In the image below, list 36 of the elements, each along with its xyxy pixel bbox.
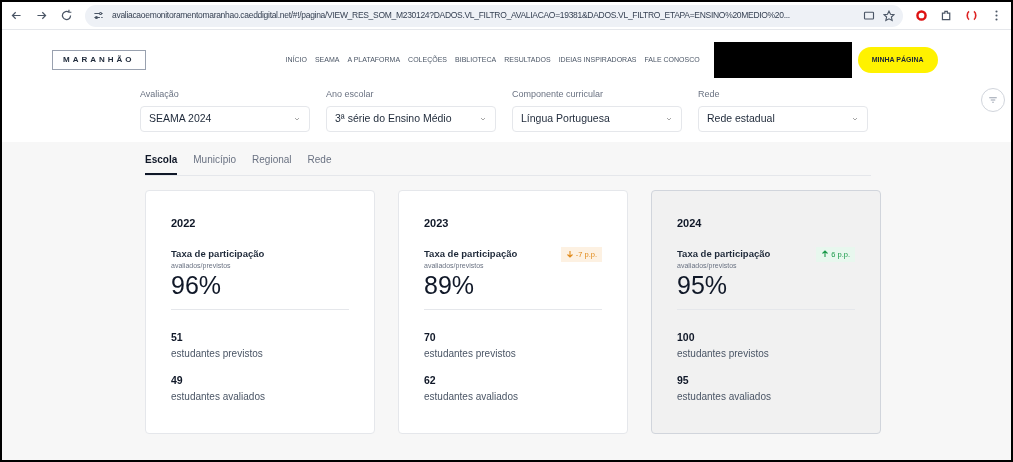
filter-label: Avaliação <box>140 88 180 101</box>
filter-label: Ano escolar <box>326 88 375 101</box>
filter-label: Rede <box>698 88 721 101</box>
metric-value: 96% <box>171 271 223 300</box>
filter-label: Componente curricular <box>512 88 605 101</box>
dropdown[interactable]: Rede estadual <box>698 105 868 132</box>
metric-value: 89% <box>424 271 476 300</box>
card-year: 2022 <box>171 216 197 231</box>
dropdown[interactable]: 3ª série do Ensino Médio <box>326 105 496 132</box>
dropdown[interactable]: Língua Portuguesa <box>512 105 682 132</box>
tab[interactable]: Município <box>193 152 237 175</box>
dropdown[interactable]: SEAMA 2024 <box>140 105 310 132</box>
tab[interactable]: Regional <box>252 152 292 175</box>
tab[interactable]: Escola <box>145 152 178 175</box>
stat-value: 49 <box>171 373 184 388</box>
url-text: avaliacaoemonitoramentomaranhao.caeddigital.net/#!/pagina/VIEW_RES_SOM_M230124?DADOS.VL_FILTRO_AVALIACAO=19381&DADOS.VL_FILTRO_ETAPA=ENSINO%20MEDIO%20... <box>112 9 790 22</box>
stat-value: 70 <box>424 330 437 346</box>
tab[interactable]: Rede <box>307 152 332 175</box>
site-logo[interactable]: MARANHÃO <box>52 50 146 70</box>
stat-label: estudantes previstos <box>171 347 264 361</box>
stat-value: 95 <box>677 373 690 388</box>
metric-title: Taxa de participação <box>171 246 265 261</box>
card-year: 2024 <box>677 216 703 231</box>
stat-label: estudantes avaliados <box>171 389 266 404</box>
metric-title: Taxa de participação <box>424 246 518 261</box>
metric-value: 95% <box>677 271 729 300</box>
stat-value: 100 <box>677 330 696 346</box>
metric-title: Taxa de participação <box>677 246 771 261</box>
card-year: 2023 <box>424 216 450 231</box>
stat-label: estudantes previstos <box>677 347 770 361</box>
stat-label: estudantes avaliados <box>677 389 772 404</box>
stat-label: estudantes previstos <box>424 347 517 361</box>
stat-value: 51 <box>171 330 184 346</box>
stat-value: 62 <box>424 373 437 388</box>
stat-label: estudantes avaliados <box>424 389 519 404</box>
address-bar[interactable]: avaliacaoemonitoramentomaranhao.caeddigital.net/#!/pagina/VIEW_RES_SOM_M230124?DADOS.VL_FILTRO_AVALIACAO=19381&DADOS.VL_FILTRO_ETAPA=ENSINO%20MEDIO%20... <box>85 4 903 27</box>
